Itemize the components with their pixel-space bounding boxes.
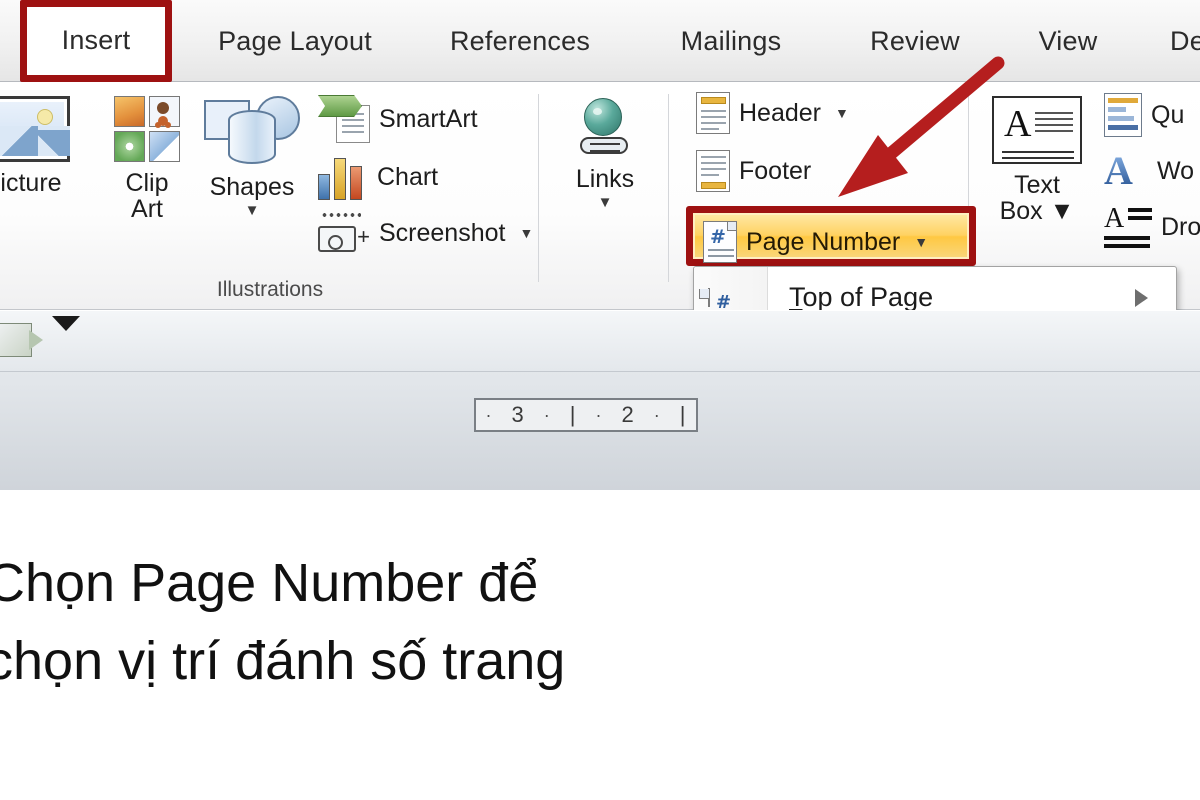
drop-cap-label: Dro — [1161, 212, 1200, 241]
shapes-button[interactable]: Shapes ▼ — [192, 94, 312, 218]
ruler-mark-2: · — [543, 404, 551, 425]
ribbon-tab-strip: Insert Page Layout References Mailings R… — [0, 0, 1200, 82]
tab-insert[interactable]: Insert — [20, 0, 172, 82]
show-hide-caret-icon[interactable] — [52, 316, 80, 349]
chart-icon — [318, 154, 368, 200]
wordart-button[interactable]: A Wo — [1104, 148, 1194, 194]
ribbon-group-illustrations: icture Clip Art Shapes ▼ SmartArt Chart … — [0, 82, 540, 310]
screenshot-label: Screenshot — [379, 218, 506, 247]
tab-references[interactable]: References — [430, 0, 610, 82]
quick-parts-icon — [1104, 93, 1142, 137]
shapes-dropdown-caret-icon[interactable]: ▼ — [245, 203, 260, 218]
annotation-arrow — [838, 56, 1005, 197]
footer-button[interactable]: Footer — [696, 148, 811, 194]
wordart-icon: A — [1104, 148, 1133, 193]
picture-icon — [0, 96, 70, 162]
tab-mailings[interactable]: Mailings — [655, 0, 807, 82]
chart-label: Chart — [377, 162, 439, 191]
group-label-illustrations: Illustrations — [216, 278, 324, 301]
clip-art-button[interactable]: Clip Art — [92, 96, 202, 223]
tab-page-layout-label: Page Layout — [218, 25, 372, 56]
page-number-icon: # — [703, 221, 737, 263]
header-label: Header — [739, 98, 821, 127]
word-screenshot: Insert Page Layout References Mailings R… — [0, 0, 1200, 800]
ruler-mark-1: 3 — [511, 402, 525, 427]
footer-label: Footer — [739, 156, 812, 185]
links-dropdown-caret-icon[interactable]: ▼ — [598, 195, 613, 210]
smartart-icon — [318, 95, 370, 143]
ruler-mark-5: 2 — [621, 402, 635, 427]
ruler-mark-0: · — [485, 404, 493, 425]
page-number-dropdown-caret-icon[interactable]: ▼ — [914, 234, 928, 250]
links-icon — [574, 98, 636, 156]
quick-parts-button[interactable]: Qu — [1104, 92, 1184, 138]
page-number-highlight-box: # Page Number ▼ — [686, 206, 976, 266]
submenu-arrow-icon — [1135, 288, 1148, 307]
page-number-button[interactable]: # Page Number ▼ — [703, 219, 928, 265]
screenshot-dropdown-caret-icon[interactable]: ▼ — [519, 225, 533, 241]
caption-line-1: Chọn Page Number để — [0, 553, 539, 613]
group-separator-2 — [668, 94, 669, 282]
chart-button[interactable]: Chart — [318, 154, 438, 200]
ribbon-group-links: Links ▼ — [540, 82, 670, 310]
drop-cap-button[interactable]: A Dro — [1104, 204, 1200, 250]
text-box-dropdown-caret-icon[interactable]: ▼ — [1050, 197, 1075, 225]
shapes-label: Shapes — [209, 173, 295, 201]
clip-art-icon — [114, 96, 180, 162]
ruler-mark-3: | — [569, 402, 577, 427]
clip-art-label-2: Art — [131, 195, 163, 224]
tab-page-layout[interactable]: Page Layout — [200, 0, 390, 82]
tab-references-label: References — [449, 25, 591, 56]
ruler-mark-7: | — [679, 402, 687, 427]
drop-cap-icon: A — [1104, 205, 1152, 248]
page-number-label: Page Number — [746, 227, 901, 256]
screenshot-icon: + — [318, 212, 370, 254]
document-area: Chọn Page Number để chọn vị trí đánh số … — [0, 490, 1200, 800]
footer-icon — [696, 150, 730, 192]
tab-view-label: View — [1038, 25, 1098, 56]
shapes-icon — [204, 94, 300, 168]
ribbon-tabs: Insert Page Layout References Mailings R… — [0, 0, 1200, 82]
screenshot-button[interactable]: + Screenshot ▼ — [318, 210, 533, 256]
page-number-top-icon: # — [699, 287, 740, 324]
header-icon — [696, 92, 730, 134]
picture-button[interactable]: icture — [0, 96, 86, 196]
horizontal-ruler[interactable]: · 3 · | · 2 · | — [474, 398, 698, 432]
text-box-label-1: Text — [1014, 171, 1060, 199]
caption-line-2: chọn vị trí đánh số trang — [0, 631, 566, 691]
group-separator-1 — [538, 94, 539, 282]
tag-icon[interactable] — [0, 323, 43, 357]
smartart-label: SmartArt — [379, 104, 478, 133]
wordart-label: Wo — [1157, 156, 1195, 185]
smartart-button[interactable]: SmartArt — [318, 95, 478, 143]
quick-parts-label: Qu — [1151, 100, 1185, 129]
clip-art-label-1: Clip — [125, 169, 169, 197]
tab-developer[interactable]: De — [1160, 0, 1200, 82]
ruler-mark-6: · — [653, 404, 661, 425]
ruler-mark-4: · — [595, 404, 603, 425]
tab-review-label: Review — [870, 25, 960, 56]
menu-item-top-of-page-label: Top of Page — [789, 282, 934, 312]
tab-mailings-label: Mailings — [680, 25, 782, 56]
tab-insert-label: Insert — [61, 24, 131, 55]
links-button[interactable]: Links ▼ — [550, 98, 660, 210]
tab-view[interactable]: View — [1022, 0, 1114, 82]
links-label: Links — [575, 165, 635, 193]
secondary-toolbar — [0, 310, 1200, 372]
picture-label: icture — [0, 169, 62, 197]
tab-developer-label: De — [1170, 25, 1200, 56]
